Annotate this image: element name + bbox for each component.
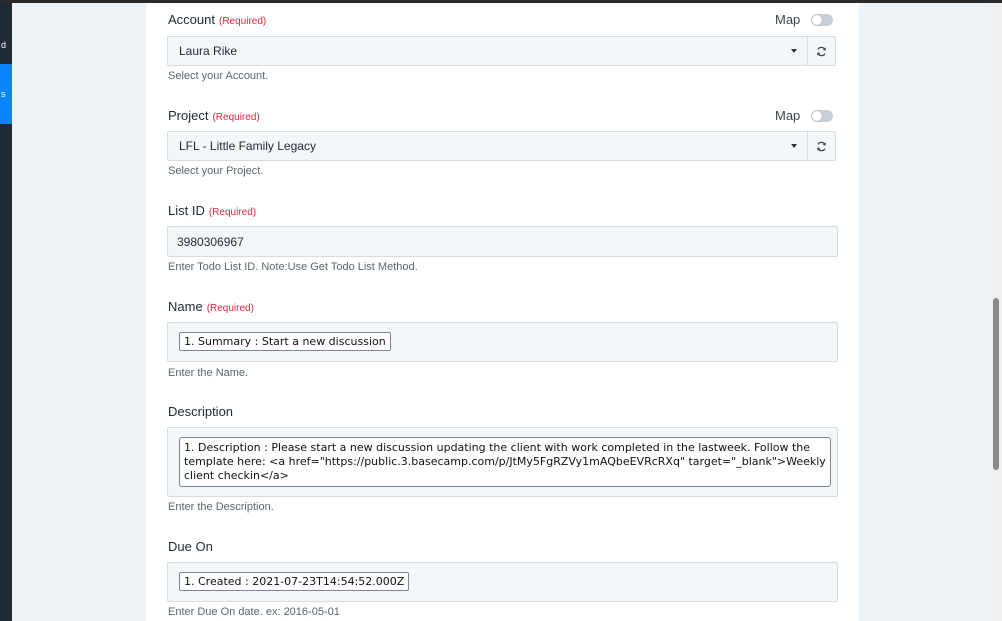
project-refresh-button[interactable] bbox=[808, 131, 836, 161]
project-select[interactable]: LFL - Little Family Legacy bbox=[167, 131, 808, 161]
required-marker: (Required) bbox=[212, 112, 260, 123]
account-select-value: Laura Rike bbox=[179, 44, 238, 58]
list-id-label-text: List ID bbox=[168, 203, 205, 218]
name-label: Name (Required) bbox=[168, 299, 254, 314]
refresh-icon bbox=[817, 141, 826, 151]
sidebar: d s bbox=[0, 3, 12, 621]
description-help-text: Enter the Description. bbox=[168, 501, 274, 513]
project-map-toggle[interactable] bbox=[811, 110, 833, 122]
project-label: Project (Required) bbox=[168, 108, 260, 123]
name-mapped-token[interactable]: 1. Summary : Start a new discussion bbox=[179, 332, 391, 351]
description-label-text: Description bbox=[168, 404, 234, 419]
sidebar-item[interactable]: d bbox=[0, 37, 12, 53]
description-field[interactable]: 1. Description : Please start a new disc… bbox=[167, 427, 838, 497]
scrollbar-thumb[interactable] bbox=[993, 298, 999, 470]
due-on-mapped-token[interactable]: 1. Created : 2021-07-23T14:54:52.000Z bbox=[179, 572, 410, 591]
required-marker: (Required) bbox=[206, 303, 254, 314]
chevron-down-icon bbox=[791, 144, 797, 148]
sidebar-item-active[interactable]: s bbox=[0, 64, 12, 124]
due-on-field[interactable]: 1. Created : 2021-07-23T14:54:52.000Z bbox=[167, 562, 838, 602]
due-on-help-text: Enter Due On date. ex: 2016-05-01 bbox=[168, 606, 340, 618]
form-panel: Account (Required) Map Laura Rike Select … bbox=[146, 3, 859, 621]
account-help-text: Select your Account. bbox=[168, 70, 269, 82]
refresh-icon bbox=[817, 46, 826, 56]
list-id-label: List ID (Required) bbox=[168, 203, 256, 218]
account-refresh-button[interactable] bbox=[808, 36, 836, 66]
name-help-text: Enter the Name. bbox=[168, 367, 249, 379]
list-id-input[interactable]: 3980306967 bbox=[167, 226, 838, 257]
list-id-value: 3980306967 bbox=[177, 235, 244, 249]
account-select[interactable]: Laura Rike bbox=[167, 36, 808, 66]
required-marker: (Required) bbox=[218, 16, 267, 27]
chevron-down-icon bbox=[791, 49, 797, 53]
name-label-text: Name bbox=[168, 299, 203, 314]
account-map-label: Map bbox=[775, 12, 801, 27]
account-label-text: Account bbox=[168, 12, 215, 27]
project-select-value: LFL - Little Family Legacy bbox=[179, 139, 316, 153]
required-marker: (Required) bbox=[208, 207, 257, 218]
account-label: Account (Required) bbox=[168, 12, 266, 27]
project-label-text: Project bbox=[168, 108, 209, 123]
account-map-toggle[interactable] bbox=[811, 14, 833, 26]
project-map-label: Map bbox=[775, 108, 801, 123]
description-mapped-token[interactable]: 1. Description : Please start a new disc… bbox=[179, 437, 831, 487]
project-help-text: Select your Project. bbox=[168, 165, 264, 177]
due-on-label-text: Due On bbox=[168, 539, 213, 554]
list-id-help-text: Enter Todo List ID. Note:Use Get Todo Li… bbox=[168, 261, 418, 273]
description-label: Description bbox=[168, 404, 233, 419]
name-field[interactable]: 1. Summary : Start a new discussion bbox=[167, 322, 838, 362]
due-on-label: Due On bbox=[168, 539, 213, 554]
